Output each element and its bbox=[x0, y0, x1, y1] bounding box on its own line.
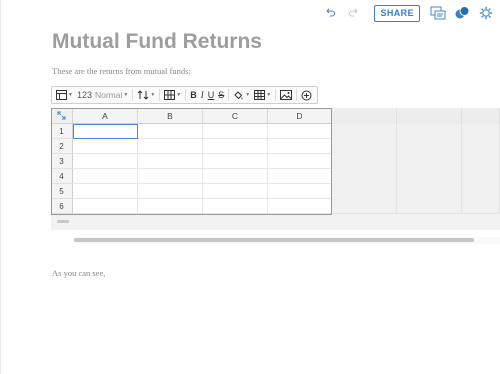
cell-c2[interactable] bbox=[203, 139, 268, 154]
cell-c3[interactable] bbox=[203, 154, 268, 169]
row-header-3[interactable]: 3 bbox=[51, 154, 73, 169]
cell-d6[interactable] bbox=[268, 199, 332, 214]
page-left-edge bbox=[0, 0, 1, 374]
horizontal-scrollbar[interactable] bbox=[74, 237, 500, 244]
fill-color-button[interactable]: ▼ bbox=[231, 88, 252, 102]
cell-b1[interactable] bbox=[138, 124, 203, 139]
italic-button[interactable]: I bbox=[199, 88, 206, 102]
intro-paragraph: These are the returns from mutual funds: bbox=[52, 66, 191, 76]
table-style-button[interactable]: ▼ bbox=[54, 88, 75, 102]
column-header-a[interactable]: A bbox=[73, 108, 138, 124]
ghost-area bbox=[462, 124, 500, 214]
row-header-5[interactable]: 5 bbox=[51, 184, 73, 199]
ghost-area bbox=[332, 124, 397, 214]
number-format-dropdown[interactable]: 123 Normal ▼ bbox=[75, 88, 130, 102]
ghost-area bbox=[397, 124, 462, 214]
cell-d1[interactable] bbox=[268, 124, 332, 139]
chevron-down-icon: ▼ bbox=[245, 92, 251, 98]
cell-c4[interactable] bbox=[203, 169, 268, 184]
chevron-down-icon: ▼ bbox=[123, 92, 129, 98]
chevron-down-icon: ▼ bbox=[176, 92, 182, 98]
strikethrough-button[interactable]: S bbox=[216, 88, 226, 102]
cell-a1[interactable] bbox=[73, 124, 138, 139]
row-header-1[interactable]: 1 bbox=[51, 124, 73, 139]
column-header-b[interactable]: B bbox=[138, 108, 203, 124]
grid-icon bbox=[164, 90, 176, 100]
cell-c1[interactable] bbox=[203, 124, 268, 139]
present-icon[interactable] bbox=[428, 3, 448, 23]
cell-a3[interactable] bbox=[73, 154, 138, 169]
chevron-down-icon: ▼ bbox=[266, 92, 272, 98]
cell-d5[interactable] bbox=[268, 184, 332, 199]
body-paragraph[interactable]: As you can see, bbox=[52, 268, 105, 278]
spreadsheet-toolbar: ▼ 123 Normal ▼ ▼ ▼ B I U S ▼ ▼ bbox=[51, 86, 318, 104]
cell-a2[interactable] bbox=[73, 139, 138, 154]
expand-icon bbox=[57, 111, 66, 120]
insert-comment-button[interactable] bbox=[299, 88, 314, 102]
cell-b6[interactable] bbox=[138, 199, 203, 214]
table-grid-icon bbox=[254, 90, 266, 100]
undo-icon[interactable] bbox=[320, 3, 340, 23]
cell-a5[interactable] bbox=[73, 184, 138, 199]
select-all-corner[interactable] bbox=[51, 108, 73, 124]
toolbar-divider bbox=[159, 89, 161, 101]
cell-d2[interactable] bbox=[268, 139, 332, 154]
ghost-column bbox=[462, 108, 500, 124]
bold-button[interactable]: B bbox=[188, 88, 199, 102]
cell-a4[interactable] bbox=[73, 169, 138, 184]
redo-icon[interactable] bbox=[344, 3, 364, 23]
ghost-column bbox=[397, 108, 462, 124]
column-header-c[interactable]: C bbox=[203, 108, 268, 124]
chevron-down-icon: ▼ bbox=[68, 92, 73, 98]
add-comment-icon bbox=[301, 90, 312, 100]
row-header-6[interactable]: 6 bbox=[51, 199, 73, 214]
scrollbar-thumb[interactable] bbox=[74, 238, 474, 242]
toolbar-divider bbox=[228, 89, 230, 101]
insert-table-button[interactable]: ▼ bbox=[252, 88, 273, 102]
sort-icon bbox=[137, 90, 149, 100]
add-row-handle[interactable] bbox=[57, 220, 69, 223]
cell-c5[interactable] bbox=[203, 184, 268, 199]
borders-button[interactable]: ▼ bbox=[162, 88, 183, 102]
cell-c6[interactable] bbox=[203, 199, 268, 214]
toolbar-divider bbox=[296, 89, 298, 101]
number-format-name: Normal bbox=[94, 90, 123, 100]
cell-b2[interactable] bbox=[138, 139, 203, 154]
cell-d3[interactable] bbox=[268, 154, 332, 169]
toolbar-divider bbox=[275, 89, 277, 101]
table-icon bbox=[56, 90, 67, 100]
paint-bucket-icon bbox=[234, 90, 243, 99]
comments-icon[interactable] bbox=[452, 3, 472, 23]
underline-button[interactable]: U bbox=[206, 88, 217, 102]
toolbar-divider bbox=[185, 89, 187, 101]
sort-button[interactable]: ▼ bbox=[135, 88, 157, 102]
column-header-d[interactable]: D bbox=[268, 108, 332, 124]
ghost-column bbox=[332, 108, 397, 124]
image-icon bbox=[280, 90, 293, 100]
top-bar: SHARE bbox=[316, 3, 496, 23]
toolbar-divider bbox=[132, 89, 134, 101]
number-format-code: 123 bbox=[76, 90, 92, 100]
settings-icon[interactable] bbox=[476, 3, 496, 23]
insert-image-button[interactable] bbox=[278, 88, 294, 102]
page-title: Mutual Fund Returns bbox=[52, 30, 262, 53]
share-button[interactable]: SHARE bbox=[374, 4, 420, 22]
cell-b5[interactable] bbox=[138, 184, 203, 199]
cell-b3[interactable] bbox=[138, 154, 203, 169]
spreadsheet-grid: A B C D 1 2 3 4 5 6 bbox=[51, 108, 500, 230]
cell-a6[interactable] bbox=[73, 199, 138, 214]
chevron-down-icon: ▼ bbox=[150, 92, 156, 98]
cell-d4[interactable] bbox=[268, 169, 332, 184]
row-header-4[interactable]: 4 bbox=[51, 169, 73, 184]
row-header-2[interactable]: 2 bbox=[51, 139, 73, 154]
cell-b4[interactable] bbox=[138, 169, 203, 184]
